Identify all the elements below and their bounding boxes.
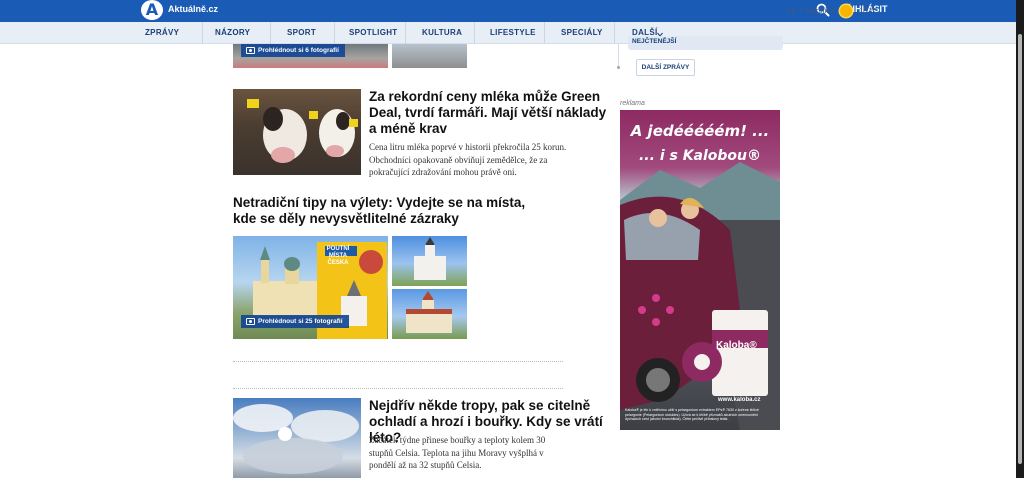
ad-headline-2: ... i s Kalobou® bbox=[638, 148, 762, 164]
nav-separator bbox=[614, 22, 615, 44]
article-image[interactable]: POUTNÍ MÍSTA ČESKA Prohlédnout si 25 fot… bbox=[233, 236, 388, 339]
ad-headline-1: A jedééééém! ... bbox=[630, 122, 770, 140]
gallery-thumbnail[interactable] bbox=[392, 236, 467, 286]
book-cover-title: POUTNÍ MÍSTA ČESKA bbox=[326, 246, 350, 266]
article-image[interactable] bbox=[233, 398, 361, 478]
temperature: 18 °C bbox=[859, 6, 878, 15]
more-news-button[interactable]: DALŠÍ ZPRÁVY bbox=[636, 59, 695, 76]
nav-item-spotlight[interactable]: SPOTLIGHT bbox=[349, 22, 397, 44]
gallery-label: Prohlédnout si 25 fotografií bbox=[258, 318, 343, 325]
nav-separator bbox=[202, 22, 203, 44]
ad-brand: Kaloba® bbox=[716, 340, 757, 351]
divider bbox=[233, 361, 563, 362]
article-headline[interactable]: Netradiční tipy na výlety: Vydejte se na… bbox=[233, 195, 543, 227]
sky-photo bbox=[233, 404, 359, 474]
gallery-thumbnail[interactable] bbox=[392, 44, 467, 68]
nav-item-nazory[interactable]: NÁZORY bbox=[215, 22, 250, 44]
nav-item-kultura[interactable]: KULTURA bbox=[422, 22, 462, 44]
site-name[interactable]: Aktuálně.cz bbox=[168, 4, 218, 14]
nav-item-specialy[interactable]: SPECIÁLY bbox=[561, 22, 603, 44]
sun-icon bbox=[840, 5, 852, 17]
ad-label: reklama bbox=[620, 100, 645, 107]
article-headline[interactable]: Za rekordní ceny mléka může Green Deal, … bbox=[369, 89, 609, 137]
cows-photo bbox=[247, 99, 358, 163]
nav-item-lifestyle[interactable]: LIFESTYLE bbox=[490, 22, 536, 44]
article-perex: Cena litru mléka poprvé v historii překr… bbox=[369, 142, 567, 177]
site-logo[interactable]: A bbox=[141, 0, 163, 20]
advertisement[interactable]: A jedééééém! ... ... i s Kalobou® Kaloba… bbox=[620, 110, 780, 430]
article-perex: Začátek týdne přinese bouřky a teploty k… bbox=[369, 435, 546, 470]
camera-icon bbox=[246, 318, 255, 325]
timeline-line bbox=[618, 44, 619, 66]
nav-item-sport[interactable]: SPORT bbox=[287, 22, 316, 44]
nav-item-zpravy[interactable]: ZPRÁVY bbox=[145, 22, 179, 44]
date-nameday: 14. 7. Karolína bbox=[786, 6, 835, 15]
camera-icon bbox=[246, 47, 255, 54]
church-thumbnail bbox=[406, 291, 452, 333]
gallery-button[interactable]: Prohlédnout si 6 fotografií bbox=[241, 44, 345, 57]
article-image[interactable] bbox=[233, 89, 361, 175]
article-image[interactable]: Prohlédnout si 6 fotografií bbox=[233, 44, 388, 68]
timeline-bullet bbox=[617, 66, 620, 69]
nav-separator bbox=[405, 22, 406, 44]
nav-separator bbox=[334, 22, 335, 44]
gallery-thumbnail[interactable] bbox=[392, 289, 467, 339]
scrollbar-thumb[interactable] bbox=[1018, 34, 1022, 464]
nav-separator bbox=[544, 22, 545, 44]
main-nav: ZPRÁVY NÁZORY SPORT SPOTLIGHT KULTURA LI… bbox=[0, 22, 1016, 44]
divider bbox=[233, 388, 563, 389]
nav-separator bbox=[270, 22, 271, 44]
ad-fine-print: Kaloba® je lék k vnitřnímu užití s pelar… bbox=[625, 408, 759, 422]
sidebar-box-text: NEJČTENĚJŠÍ bbox=[632, 38, 677, 45]
church-thumbnail bbox=[414, 237, 446, 280]
gallery-button[interactable]: Prohlédnout si 25 fotografií bbox=[241, 315, 349, 328]
logo-letter: A bbox=[145, 0, 159, 19]
gallery-label: Prohlédnout si 6 fotografií bbox=[258, 47, 339, 54]
ad-url: www.kaloba.cz bbox=[718, 397, 761, 403]
nav-separator bbox=[474, 22, 475, 44]
